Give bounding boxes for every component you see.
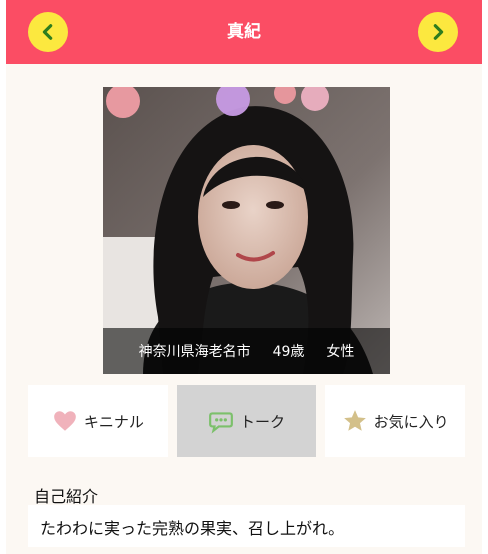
profile-gender: 女性 (326, 344, 355, 360)
chevron-right-icon (433, 24, 444, 40)
kininaru-button[interactable]: キニナル (28, 385, 168, 457)
favorite-button[interactable]: お気に入り (325, 385, 466, 457)
favorite-label: お気に入り (373, 412, 449, 431)
heart-icon (53, 411, 76, 431)
self-intro-text: たわわに実った完熟の果実、召し上がれ。 (28, 505, 465, 547)
chevron-left-icon (42, 24, 53, 40)
header-bar: 真紀 (6, 0, 482, 64)
star-icon (343, 410, 366, 431)
action-buttons: キニナル トーク お気に入り (28, 385, 466, 457)
kininaru-label: キニナル (83, 412, 144, 431)
previous-profile-button[interactable] (28, 12, 68, 52)
profile-photo[interactable]: 神奈川県海老名市 49歳 女性 (103, 87, 390, 374)
talk-label: トーク (240, 412, 286, 431)
chat-bubble-icon (209, 412, 233, 434)
page-title: 真紀 (227, 22, 261, 42)
profile-location: 神奈川県海老名市 (138, 344, 251, 360)
profile-age: 49歳 (272, 344, 305, 360)
talk-button[interactable]: トーク (176, 385, 317, 457)
next-profile-button[interactable] (418, 12, 458, 52)
app-frame: 真紀 神奈川県海老名市 49歳 女性 キニナル トーク お気に入り 自己紹介 た… (6, 0, 482, 554)
profile-info-caption: 神奈川県海老名市 49歳 女性 (103, 328, 390, 374)
self-intro-heading: 自己紹介 (34, 487, 99, 506)
